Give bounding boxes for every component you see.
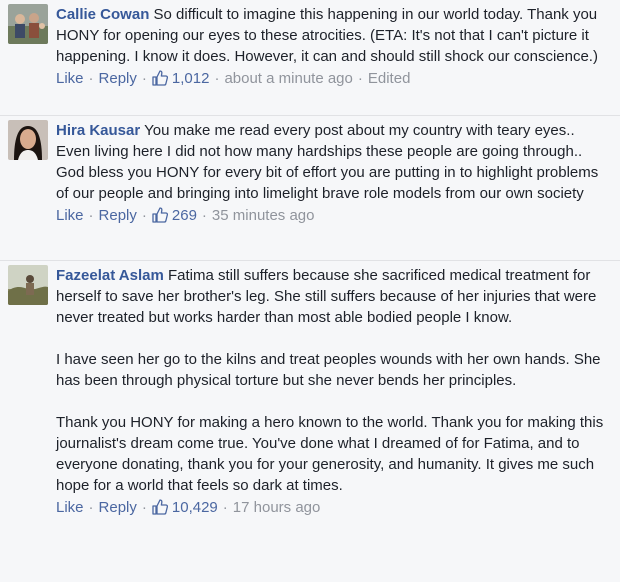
timestamp[interactable]: 35 minutes ago bbox=[212, 207, 315, 224]
reply-button[interactable]: Reply bbox=[99, 499, 137, 516]
comment-author[interactable]: Fazeelat Aslam bbox=[56, 267, 164, 284]
comment: Fazeelat Aslam Fatima still suffers beca… bbox=[0, 261, 620, 582]
comment-text: I have seen her go to the kilns and trea… bbox=[56, 351, 601, 389]
comment-author[interactable]: Callie Cowan bbox=[56, 6, 149, 23]
timestamp[interactable]: 17 hours ago bbox=[233, 499, 321, 516]
like-button[interactable]: Like bbox=[56, 70, 84, 87]
separator: · bbox=[88, 207, 94, 224]
separator: · bbox=[88, 70, 94, 87]
like-button[interactable]: Like bbox=[56, 499, 84, 516]
thumbs-up-icon[interactable] bbox=[152, 499, 168, 521]
avatar[interactable] bbox=[8, 265, 48, 305]
separator: · bbox=[141, 70, 147, 87]
separator: · bbox=[357, 70, 363, 87]
like-count[interactable]: 1,012 bbox=[172, 70, 210, 87]
thumbs-up-icon[interactable] bbox=[152, 70, 168, 92]
edited-label[interactable]: Edited bbox=[368, 70, 411, 87]
comment: Callie Cowan So difficult to imagine thi… bbox=[0, 0, 620, 116]
avatar[interactable] bbox=[8, 120, 48, 160]
comment-text: Thank you HONY for making a hero known t… bbox=[56, 414, 604, 494]
comment-actions: Like · Reply · 1,012 · about a minute ago · Edit… bbox=[56, 68, 612, 92]
like-button[interactable]: Like bbox=[56, 207, 84, 224]
comment-actions: Like · Reply · 269 · 35 minutes ago bbox=[56, 205, 612, 229]
timestamp[interactable]: about a minute ago bbox=[224, 70, 352, 87]
separator: · bbox=[141, 499, 147, 516]
reply-button[interactable]: Reply bbox=[99, 70, 137, 87]
separator: · bbox=[214, 70, 220, 87]
like-count[interactable]: 269 bbox=[172, 207, 197, 224]
separator: · bbox=[141, 207, 147, 224]
reply-button[interactable]: Reply bbox=[99, 207, 137, 224]
separator: · bbox=[222, 499, 228, 516]
comment-actions: Like · Reply · 10,429 · 17 hours ago bbox=[56, 497, 612, 521]
thumbs-up-icon[interactable] bbox=[152, 207, 168, 229]
comment: Hira Kausar You make me read every post … bbox=[0, 116, 620, 261]
avatar[interactable] bbox=[8, 4, 48, 44]
comment-author[interactable]: Hira Kausar bbox=[56, 122, 140, 139]
like-count[interactable]: 10,429 bbox=[172, 499, 218, 516]
separator: · bbox=[88, 499, 94, 516]
separator: · bbox=[201, 207, 207, 224]
